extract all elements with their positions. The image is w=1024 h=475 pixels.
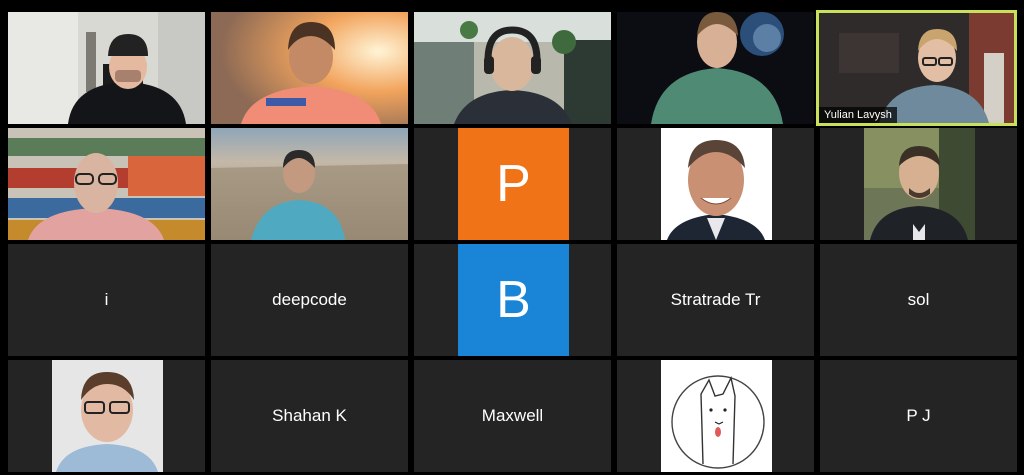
participant-name: i [104, 290, 109, 309]
person-video-icon [414, 12, 611, 124]
participant-name: sol [907, 290, 930, 309]
participant-tile-12[interactable]: deepcode [211, 244, 408, 356]
participant-name: deepcode [272, 290, 347, 309]
participant-tile-1[interactable] [8, 12, 205, 124]
participant-tile-active-speaker[interactable]: Yulian Lavysh [816, 10, 1017, 126]
person-video-icon [617, 12, 814, 124]
participant-name: Shahan K [272, 406, 347, 425]
participant-tile-8[interactable]: P [414, 128, 611, 240]
participant-tile-2[interactable] [211, 12, 408, 124]
participant-tile-14[interactable]: Stratrade Tr [617, 244, 814, 356]
profile-photo [661, 360, 772, 472]
person-video-icon [211, 12, 408, 124]
participant-video [617, 12, 814, 124]
participant-tile-15[interactable]: sol [820, 244, 1017, 356]
participant-name-tag: Yulian Lavysh [819, 107, 897, 123]
person-video-icon [211, 128, 408, 240]
participant-video [8, 12, 205, 124]
participant-tile-6[interactable] [8, 128, 205, 240]
participant-tile-19[interactable] [617, 360, 814, 472]
avatar-letter: P [496, 155, 531, 213]
profile-photo [661, 128, 772, 240]
person-video-icon [8, 128, 205, 240]
profile-photo-icon [864, 128, 975, 240]
participant-tile-3[interactable] [414, 12, 611, 124]
profile-photo-icon [661, 128, 772, 240]
avatar-p: P [458, 128, 569, 240]
participant-tile-11[interactable]: i [8, 244, 205, 356]
participant-tile-18[interactable]: Maxwell [414, 360, 611, 472]
participant-tile-16[interactable] [8, 360, 205, 472]
avatar-letter: B [496, 271, 531, 329]
participant-video [211, 12, 408, 124]
participant-name: Stratrade Tr [670, 290, 761, 309]
participant-tile-17[interactable]: Shahan K [211, 360, 408, 472]
profile-photo [864, 128, 975, 240]
participant-tile-20[interactable]: P J [820, 360, 1017, 472]
participant-name: Maxwell [481, 406, 544, 425]
drawing-avatar-icon [661, 360, 772, 472]
profile-photo-icon [52, 360, 163, 472]
video-gallery: Yulian Lavysh P i deepcode B Stratrade T… [0, 0, 1024, 475]
participant-tile-4[interactable] [617, 12, 814, 124]
participant-tile-13[interactable]: B [414, 244, 611, 356]
profile-photo [52, 360, 163, 472]
participant-video [8, 128, 205, 240]
participant-video [211, 128, 408, 240]
person-video-icon [8, 12, 205, 124]
participant-tile-10[interactable] [820, 128, 1017, 240]
participant-name: P J [906, 406, 931, 425]
avatar-b: B [458, 244, 569, 356]
participant-tile-7[interactable] [211, 128, 408, 240]
participant-video [414, 12, 611, 124]
participant-tile-9[interactable] [617, 128, 814, 240]
